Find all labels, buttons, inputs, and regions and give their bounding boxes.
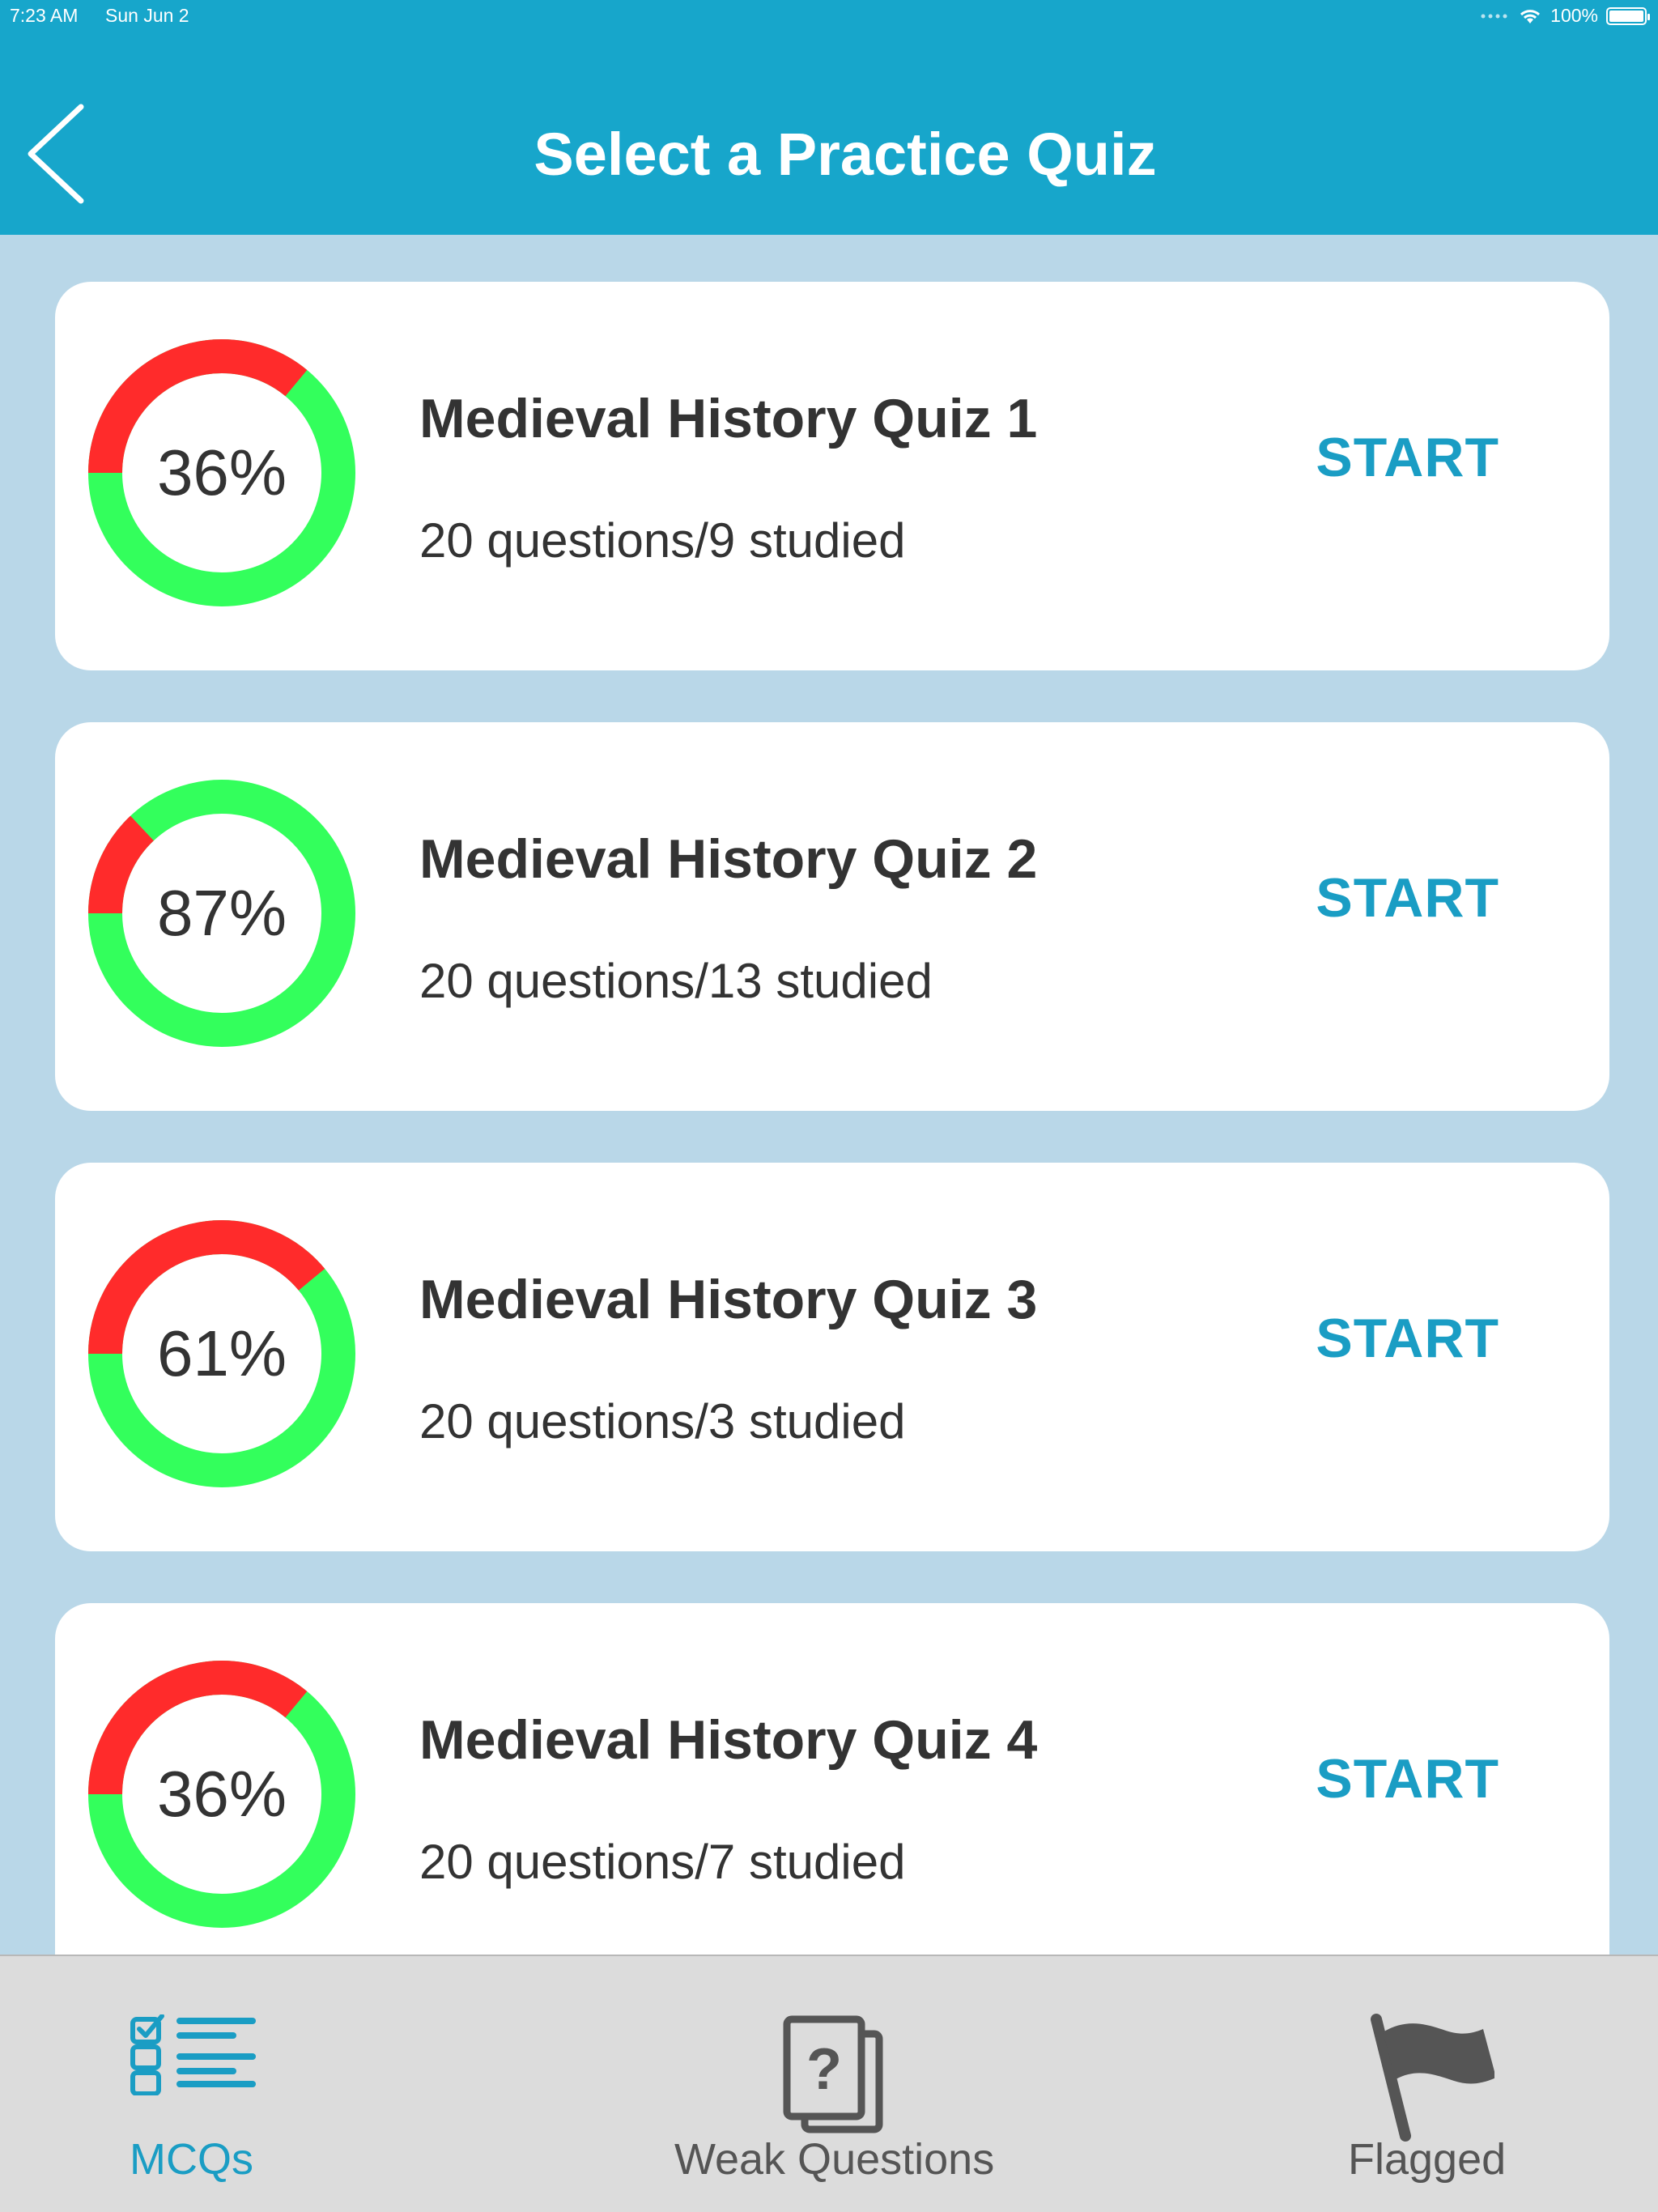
tab-bar: MCQs ? Weak Questions Flagged xyxy=(0,1955,1658,2212)
quiz-title: Medieval History Quiz 4 xyxy=(419,1709,1038,1771)
quiz-title: Medieval History Quiz 1 xyxy=(419,388,1038,449)
page-title-text: Select a Practice Quiz xyxy=(534,121,1157,188)
tab-mcqs[interactable]: MCQs xyxy=(49,1956,291,2212)
tab-weak-questions[interactable]: ? Weak Questions xyxy=(664,1956,1004,2212)
quiz-title: Medieval History Quiz 2 xyxy=(419,828,1038,890)
nav-bar: Select a Practice Quiz xyxy=(0,32,1658,235)
status-bar: 7:23 AM Sun Jun 2 100% xyxy=(0,0,1658,32)
tab-label: Weak Questions xyxy=(674,2135,995,2184)
score-percent: 36% xyxy=(156,436,287,508)
quiz-progress-text: 20 questions/3 studied xyxy=(419,1394,906,1448)
quiz-progress-text: 20 questions/13 studied xyxy=(419,954,933,1008)
quiz-card[interactable]: 36% Medieval History Quiz 4 20 questions… xyxy=(55,1603,1609,1955)
start-button[interactable]: START xyxy=(1316,1747,1499,1810)
battery-icon xyxy=(1606,6,1650,25)
signal-dots-icon xyxy=(1481,14,1507,18)
quiz-list[interactable]: 36% Medieval History Quiz 1 20 questions… xyxy=(0,235,1658,1955)
svg-text:?: ? xyxy=(806,2037,842,2102)
quiz-card[interactable]: 61% Medieval History Quiz 3 20 questions… xyxy=(55,1163,1609,1551)
score-percent: 61% xyxy=(156,1317,287,1389)
tab-flagged[interactable]: Flagged xyxy=(1328,1956,1587,2212)
quiz-card[interactable]: 36% Medieval History Quiz 1 20 questions… xyxy=(55,282,1609,670)
flag-icon xyxy=(1371,2014,1494,2142)
quiz-title: Medieval History Quiz 3 xyxy=(419,1269,1038,1330)
quiz-progress-text: 20 questions/7 studied xyxy=(419,1835,906,1889)
quiz-progress-text: 20 questions/9 studied xyxy=(419,513,906,568)
quiz-card[interactable]: 87% Medieval History Quiz 2 20 questions… xyxy=(55,722,1609,1111)
score-percent: 36% xyxy=(156,1758,287,1830)
status-time: 7:23 AM xyxy=(10,5,79,26)
start-button[interactable]: START xyxy=(1316,1307,1499,1370)
page-title: Select a Practice Quiz xyxy=(0,120,1658,189)
status-indicators: 100% xyxy=(1481,5,1650,27)
start-button[interactable]: START xyxy=(1316,866,1499,929)
tab-label: Flagged xyxy=(1348,2135,1507,2184)
question-cards-icon: ? xyxy=(783,2015,883,2133)
score-percent: 87% xyxy=(156,877,287,949)
status-date: Sun Jun 2 xyxy=(105,5,189,26)
checklist-icon xyxy=(130,2014,256,2095)
tab-label: MCQs xyxy=(130,2135,253,2184)
wifi-icon xyxy=(1520,9,1541,23)
battery-percent: 100% xyxy=(1550,5,1598,26)
start-button[interactable]: START xyxy=(1316,426,1499,489)
